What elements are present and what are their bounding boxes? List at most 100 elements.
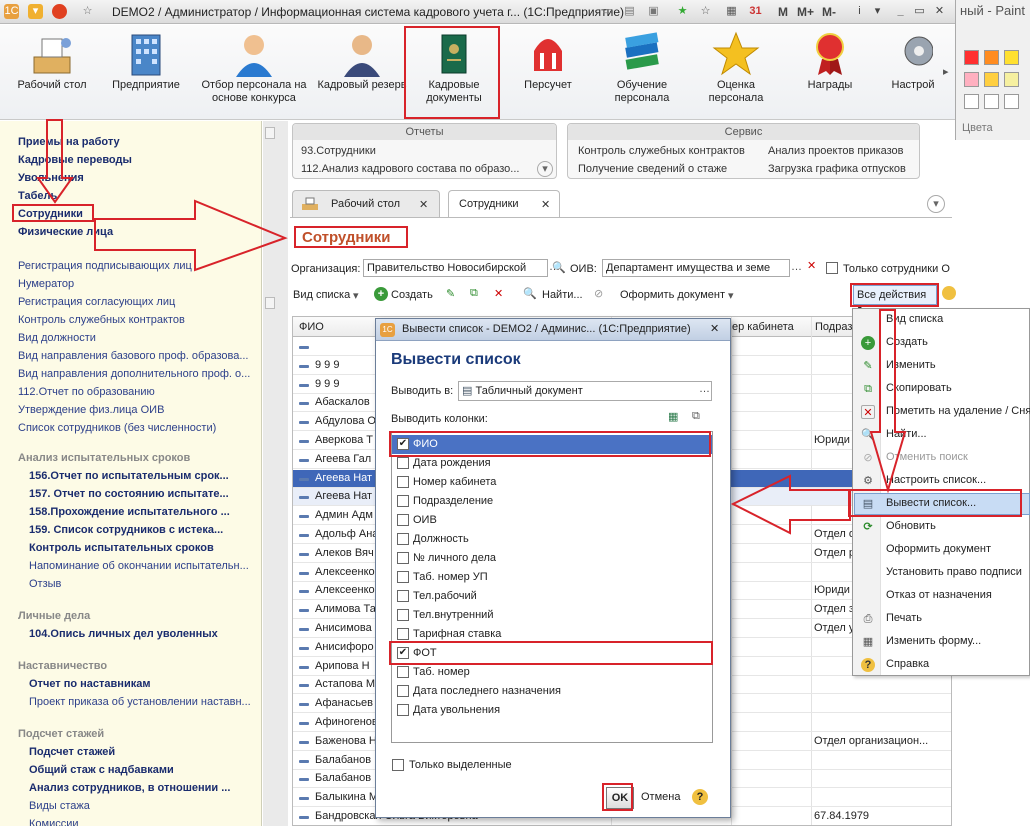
section-settings[interactable]: Настрой [878,31,948,92]
dropdown-menu-icon[interactable]: ▾ [28,4,43,19]
menu-item-configure-list[interactable]: Настроить список... [886,474,986,486]
nav-report[interactable]: 158.Прохождение испытательного ... [29,505,230,519]
column-fio[interactable]: ФИО [299,321,324,333]
service-link[interactable]: Загрузка графика отпусков [768,163,906,175]
color-swatch[interactable] [964,94,979,109]
edit-icon[interactable]: ✎ [446,287,455,300]
column-checkbox[interactable] [397,590,409,602]
only-employees-checkbox[interactable] [826,262,838,274]
only-selected-checkbox[interactable] [392,759,404,771]
nav-hiring[interactable]: Приемы на работу [18,135,120,149]
favorite-add-icon[interactable]: ★ [675,4,690,19]
nav-report[interactable]: 157. Отчет по состоянию испытате... [29,487,229,501]
nav-report[interactable]: Отчет по наставникам [29,677,150,691]
nav-link[interactable]: Напоминание об окончании испытательн... [29,559,249,573]
menu-item-cancel-search[interactable]: Отменить поиск [886,451,968,463]
memory-plus-button[interactable]: M+ [797,5,814,19]
nav-link[interactable]: Регистрация согласующих лиц [18,295,175,309]
column-option[interactable]: Тел.внутренний [392,606,712,625]
color-swatch[interactable] [1004,72,1019,87]
delete-icon[interactable]: ✕ [494,287,503,300]
output-to-field[interactable]: ▤ Табличный документ [458,381,712,401]
nav-individuals[interactable]: Физические лица [18,225,113,239]
red-circle-icon[interactable] [52,4,67,19]
nav-link[interactable]: Утверждение физ.лица ОИВ [18,403,164,417]
column-checkbox[interactable] [397,609,409,621]
nav-link[interactable]: Вид направления дополнительного проф. о.… [18,367,250,381]
column-checkbox[interactable] [397,514,409,526]
expand-icon[interactable]: ▾ [537,161,553,177]
nav-link[interactable]: Контроль служебных контрактов [18,313,185,327]
tab-close-icon[interactable]: ✕ [541,198,550,211]
report-link[interactable]: 93.Сотрудники [301,145,376,157]
minimize-icon[interactable]: _ [893,4,908,19]
section-awards[interactable]: Награды [784,31,876,92]
column-option[interactable]: Таб. номер УП [392,568,712,587]
column-option[interactable]: Дата последнего назначения [392,682,712,701]
nav-report[interactable]: Подсчет стажей [29,745,115,759]
color-swatch[interactable] [984,50,999,65]
nav-transfers[interactable]: Кадровые переводы [18,153,132,167]
column-checkbox[interactable] [397,571,409,583]
service-link[interactable]: Анализ проектов приказов [768,145,904,157]
copy-icon[interactable]: ⧉ [470,287,478,300]
menu-item-copy[interactable]: Скопировать [886,382,952,394]
section-enterprise[interactable]: Предприятие [100,31,192,92]
help-icon[interactable]: ? [692,789,708,805]
app-icon[interactable]: 1С [4,4,19,19]
column-checkbox[interactable] [397,666,409,678]
clear-icon[interactable]: ✕ [807,259,816,272]
nav-link[interactable]: Список сотрудников (без численности) [18,421,216,435]
section-training[interactable]: Обучение персонала [596,31,688,105]
column-option[interactable]: Дата увольнения [392,701,712,720]
check-all-icon[interactable]: ▦ [668,410,678,423]
tabs-menu-icon[interactable]: ▾ [927,195,945,213]
menu-item-mark-delete[interactable]: Пометить на удаление / Сня [886,405,1030,417]
menu-item-print[interactable]: Печать [886,612,922,624]
column-option[interactable]: № личного дела [392,549,712,568]
scrollbar-up[interactable] [265,127,275,139]
print-icon[interactable]: ▤ [622,4,637,19]
menu-item-find[interactable]: Найти... [886,428,927,440]
maximize-icon[interactable]: ▭ [912,4,927,19]
preview-icon[interactable]: ▣ [646,4,661,19]
nav-report[interactable]: Анализ сотрудников, в отношении ... [29,781,230,795]
bookmark-icon[interactable]: ☆ [698,4,713,19]
nav-link[interactable]: Вид должности [18,331,96,345]
nav-link[interactable]: 112.Отчет по образованию [18,385,155,399]
scrollbar-thumb[interactable] [265,297,275,309]
calendar-icon[interactable]: 31 [748,4,763,19]
service-link[interactable]: Получение сведений о стаже [578,163,727,175]
menu-item-refuse-appointment[interactable]: Отказ от назначения [886,589,992,601]
toolbar-scroll-right-icon[interactable]: ▸ [943,65,953,85]
column-checkbox[interactable] [397,628,409,640]
nav-link[interactable]: Регистрация подписывающих лиц [18,259,192,273]
column-checkbox[interactable] [397,476,409,488]
menu-item-view-list[interactable]: Вид списка [886,313,943,325]
panel-splitter[interactable] [263,121,288,826]
column-checkbox[interactable] [397,704,409,716]
nav-link[interactable]: Проект приказа об установлении наставн..… [29,695,251,709]
color-swatch[interactable] [964,50,979,65]
nav-report[interactable]: 159. Список сотрудников с истека... [29,523,223,537]
color-swatch[interactable] [1004,50,1019,65]
column-option[interactable]: Номер кабинета [392,473,712,492]
view-list-button[interactable]: Вид списка [293,289,350,301]
close-icon[interactable]: ✕ [932,4,947,19]
column-cabinet[interactable]: ер кабинета [732,321,794,333]
color-swatch[interactable] [984,72,999,87]
uncheck-all-icon[interactable]: ⧉ [692,410,700,423]
tab-desktop[interactable]: Рабочий стол ✕ [292,190,440,217]
column-checkbox[interactable] [397,552,409,564]
find-button[interactable]: Найти... [542,289,583,301]
section-desktop[interactable]: Рабочий стол [6,31,98,92]
tab-close-icon[interactable]: ✕ [419,198,428,211]
nav-report[interactable]: Общий стаж с надбавками [29,763,174,777]
more-icon[interactable]: … [699,383,710,395]
section-personnel-accounting[interactable]: Персучет [502,31,594,92]
column-checkbox[interactable] [397,533,409,545]
create-button[interactable]: Создать [391,289,433,301]
column-checkbox[interactable] [397,495,409,507]
color-swatch[interactable] [984,94,999,109]
make-document-button[interactable]: Оформить документ [620,289,725,301]
